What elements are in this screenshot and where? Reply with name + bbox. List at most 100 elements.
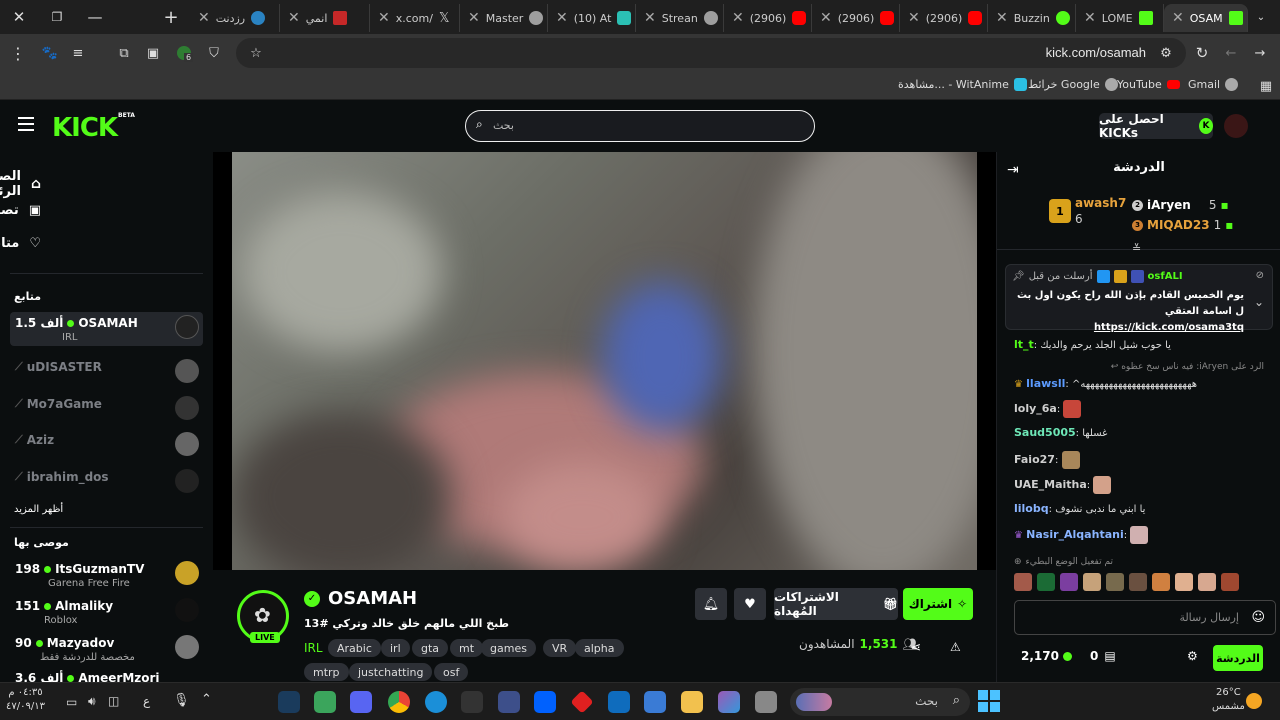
chevron-down-icon[interactable]: ⌄ — [1254, 295, 1264, 309]
follow-heart-button[interactable]: ♥ — [734, 588, 766, 620]
app-icon[interactable] — [498, 691, 520, 713]
extension-icon[interactable]: ▣ — [143, 43, 163, 63]
close-tab-icon[interactable]: ✕ — [468, 10, 480, 26]
close-tab-icon[interactable]: ✕ — [908, 10, 920, 26]
shield-icon[interactable]: ⛉ — [204, 43, 224, 63]
get-kicks-button[interactable]: احصل على KICKs K — [1099, 112, 1213, 140]
close-tab-icon[interactable]: ✕ — [1172, 10, 1184, 26]
nav-following[interactable]: ♡متابع — [0, 236, 41, 251]
address-bar[interactable]: ☆ kick.com/osamah ⚙ — [236, 38, 1186, 68]
dropbox-icon[interactable] — [534, 691, 556, 713]
new-tab-icon[interactable]: + — [152, 0, 190, 34]
menu-dots-icon[interactable]: ⋮ — [8, 43, 28, 63]
close-tab-icon[interactable]: ✕ — [996, 10, 1008, 26]
close-tab-icon[interactable]: ✕ — [288, 10, 300, 26]
chevron-up-icon[interactable]: ⌃ — [201, 692, 212, 707]
tab[interactable]: ✕ x.com/𝕏 — [370, 4, 460, 32]
tab-search-icon[interactable]: ⌄ — [1246, 0, 1276, 34]
tag[interactable]: mtrp — [304, 663, 349, 681]
emote-icon[interactable] — [1083, 573, 1101, 591]
tab[interactable]: ✕ انمي — [280, 4, 370, 32]
copilot-icon[interactable] — [718, 691, 740, 713]
leaderboard-entry[interactable]: 1 awash7 6 — [1049, 196, 1126, 226]
tab[interactable]: ✕ (2906) — [900, 4, 988, 32]
edge-icon[interactable] — [425, 691, 447, 713]
language-indicator[interactable]: ع — [143, 694, 150, 708]
user-avatar[interactable] — [1224, 114, 1248, 138]
nav-home[interactable]: ⌂الصفحة الرئيسية — [0, 169, 41, 199]
hamburger-menu-icon[interactable] — [18, 117, 34, 131]
volume-icon[interactable]: 🔊︎ — [88, 694, 96, 709]
expand-leaderboard-icon[interactable]: ≚ — [1132, 242, 1141, 255]
tab[interactable]: ✕ Strean — [636, 4, 724, 32]
close-tab-icon[interactable]: ✕ — [732, 10, 744, 26]
tag[interactable]: mt — [450, 639, 484, 657]
all-bookmarks-icon[interactable]: ▦ — [1256, 76, 1276, 96]
subscribe-button[interactable]: اشتراك ✧ — [903, 588, 973, 620]
app-icon[interactable] — [314, 691, 336, 713]
tab[interactable]: ✕ (2906) — [724, 4, 812, 32]
emote-icon[interactable] — [1152, 573, 1170, 591]
chrome-icon[interactable] — [388, 691, 410, 713]
weather-widget[interactable]: 26°C مشمس — [1212, 686, 1245, 714]
search-input[interactable]: ⌕ بحث — [465, 110, 815, 142]
pinned-message[interactable]: 📌︎ أرسلت من قبل osfALI ⊘ يوم الخميس القا… — [1005, 264, 1273, 333]
channel-points[interactable]: 2,170 — [1021, 649, 1072, 663]
tab[interactable]: ✕ (2906) — [812, 4, 900, 32]
close-tab-icon[interactable]: ✕ — [198, 10, 210, 26]
leaderboard-entry[interactable]: 2 iAryen 5 ▪ — [1132, 198, 1229, 212]
minimize-window-icon[interactable]: — — [76, 0, 114, 34]
tab[interactable]: ✕ Master — [460, 4, 548, 32]
notifications-bell-button[interactable]: 🔔︎ — [695, 588, 727, 620]
bookmark-maps[interactable]: خرائط Google — [1028, 78, 1118, 91]
emote-icon[interactable] — [1106, 573, 1124, 591]
close-tab-icon[interactable]: ✕ — [556, 10, 568, 26]
emote-icon[interactable] — [1221, 573, 1239, 591]
battery-icon[interactable]: ▭ — [66, 695, 77, 709]
steam-icon[interactable] — [278, 691, 300, 713]
emote-icon[interactable] — [1175, 573, 1193, 591]
hide-pin-icon[interactable]: ⊘ — [1256, 270, 1264, 281]
chat-send-button[interactable]: الدردشة — [1213, 645, 1263, 671]
extension-badge-icon[interactable]: 6 — [174, 43, 194, 63]
bookmark-star-icon[interactable]: ☆ — [246, 43, 266, 63]
bookmark-witanime[interactable]: مشاهدة... - WitAnime — [898, 78, 1027, 91]
tag[interactable]: games — [481, 639, 536, 657]
tab-active[interactable]: ✕ OSAM — [1164, 4, 1248, 32]
tag[interactable]: VR — [543, 639, 577, 657]
extensions-puzzle-icon[interactable]: ⧉ — [114, 43, 134, 63]
tab[interactable]: ✕ Buzzin — [988, 4, 1076, 32]
emote-icon[interactable] — [1060, 573, 1078, 591]
close-tab-icon[interactable]: ✕ — [820, 10, 832, 26]
file-explorer-icon[interactable] — [681, 691, 703, 713]
following-channel[interactable]: ⟋ uDISASTER — [10, 356, 203, 390]
close-tab-icon[interactable]: ✕ — [1084, 10, 1096, 26]
forward-icon[interactable]: → — [1250, 43, 1270, 63]
close-window-icon[interactable]: ✕ — [0, 0, 38, 34]
close-tab-icon[interactable]: ✕ — [644, 10, 656, 26]
kicks-balance[interactable]: 0 ▤ — [1090, 649, 1116, 663]
tab[interactable]: ✕ رزدنت — [190, 4, 280, 32]
pinned-link[interactable]: https://kick.com/osama3tq — [1094, 322, 1244, 333]
tag[interactable]: irl — [381, 639, 410, 657]
report-warning-icon[interactable]: ⚠ — [950, 640, 961, 654]
emoji-icon[interactable]: ☺ — [1251, 610, 1265, 625]
discord-icon[interactable] — [350, 691, 372, 713]
leaderboard-entry[interactable]: 3 MIQAD23 1 ▪ — [1132, 218, 1233, 232]
reading-list-icon[interactable]: ≡ — [68, 43, 88, 63]
tag[interactable]: justchatting — [349, 663, 433, 681]
following-channel[interactable]: ⟋ ibrahim_dos — [10, 466, 203, 500]
recommended-channel[interactable]: 198 ItsGuzmanTV Garena Free Fire — [10, 558, 203, 592]
category-link[interactable]: IRL — [304, 641, 323, 655]
tab[interactable]: ✕ (10) At — [548, 4, 636, 32]
windows-start-icon[interactable] — [978, 690, 1000, 712]
site-settings-icon[interactable]: ⚙ — [1156, 43, 1176, 63]
kick-logo[interactable]: KICK — [52, 113, 118, 143]
app-icon[interactable] — [570, 690, 594, 714]
emote-icon[interactable] — [1129, 573, 1147, 591]
clock[interactable]: ٠٤:٣٥ م ٤٧/٠٩/١٣ — [6, 686, 45, 714]
emote-icon[interactable] — [1037, 573, 1055, 591]
tag[interactable]: osf — [434, 663, 469, 681]
show-more-link[interactable]: أظهر المزيد — [14, 504, 63, 515]
restore-window-icon[interactable]: ❐ — [38, 0, 76, 34]
